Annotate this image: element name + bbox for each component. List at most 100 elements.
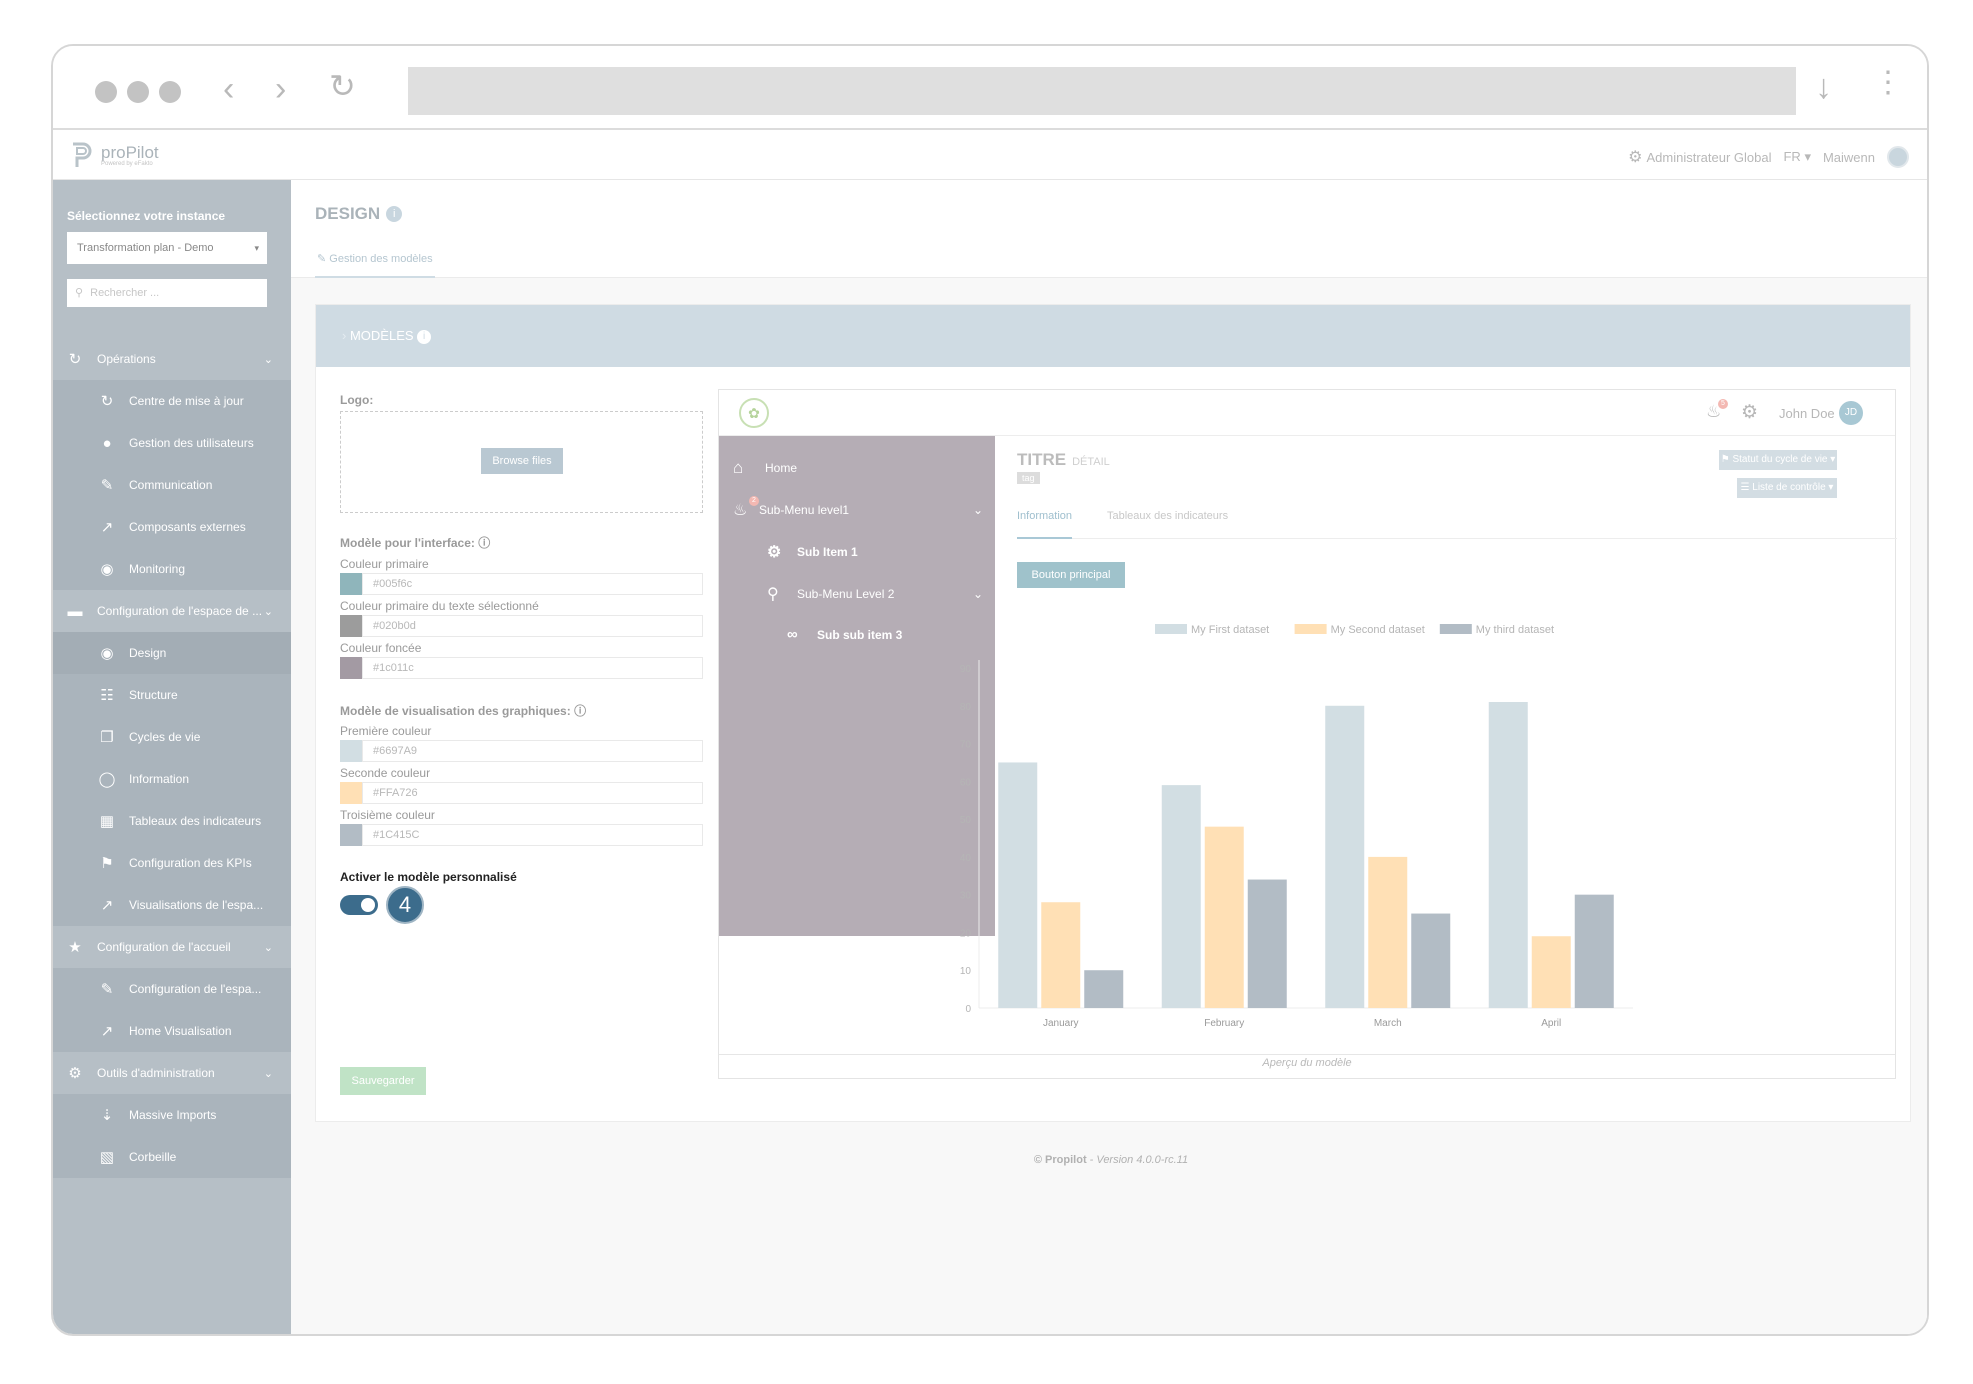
save-button[interactable]: Sauvegarder (340, 1067, 426, 1095)
sidebar-item-centre-mise-a-jour[interactable]: ↻ Centre de mise à jour (53, 380, 291, 422)
window-dot-icon[interactable] (159, 81, 181, 103)
sidebar-item-configuration-espace-accueil[interactable]: ✎ Configuration de l'espa... (53, 968, 291, 1010)
bar (1325, 705, 1365, 1008)
activate-custom-model-toggle[interactable] (340, 895, 378, 915)
footer-version: - Version 4.0.0-rc.11 (1086, 1154, 1189, 1166)
language-selector[interactable]: FR ▾ (1783, 149, 1810, 165)
sidebar-section-outils-administration[interactable]: ⚙ Outils d'administration ⌄ (53, 1052, 291, 1094)
reload-icon[interactable]: ↻ (329, 70, 356, 102)
preview-menu-home[interactable]: ⌂ Home (733, 458, 797, 478)
footer-brand: © Propilot (1033, 1154, 1087, 1166)
tab-label: Tableaux des indicateurs (1107, 510, 1229, 522)
status-lifecycle-button[interactable]: ⚑ Statut du cycle de vie ▾ (1719, 450, 1837, 470)
instance-label: Sélectionnez votre instance (67, 209, 226, 223)
forward-icon[interactable]: › (275, 72, 286, 106)
list-icon: ☰ (1740, 482, 1750, 493)
refresh-icon: ↻ (68, 351, 82, 368)
y-tick-label: 60 (960, 777, 972, 788)
models-panel: › MODÈLES i Logo: Browse files Modèle po… (315, 304, 1911, 1122)
y-tick-label: 0 (965, 1004, 971, 1015)
top-bar: proPilot Powered by eFakto ⚙ Administrat… (53, 132, 1927, 180)
info-icon[interactable]: i (386, 206, 403, 222)
logo-label: Logo: (340, 393, 374, 407)
search-input[interactable]: ⚲ Rechercher ... (67, 279, 267, 307)
copy-icon: ❐ (100, 729, 114, 746)
bar (998, 762, 1038, 1008)
browse-files-button[interactable]: Browse files (481, 448, 563, 474)
preview-menu-subitem1[interactable]: ⚙ Sub Item 1 (767, 542, 858, 562)
primary-text-color-input[interactable]: #020b0d (362, 615, 703, 637)
avatar[interactable] (1887, 146, 1909, 168)
primary-text-color-swatch[interactable] (340, 615, 362, 637)
sidebar-item-home-visualisation[interactable]: ↗ Home Visualisation (53, 1010, 291, 1052)
interface-model-label: Modèle pour l'interface: ⓘ (340, 534, 490, 551)
sidebar-item-massive-imports[interactable]: ⇣ Massive Imports (53, 1094, 291, 1136)
gear-icon[interactable]: ⚙ (1741, 401, 1758, 424)
sidebar-item-configuration-kpis[interactable]: ⚑ Configuration des KPIs (53, 842, 291, 884)
footer: © Propilot - Version 4.0.0-rc.11 (291, 1154, 1927, 1166)
step-badge: 4 (386, 886, 424, 924)
third-color-swatch[interactable] (340, 824, 362, 846)
chart-model-label: Modèle de visualisation des graphiques: … (340, 702, 586, 719)
preview-menu-sub2[interactable]: ⚲ Sub-Menu Level 2 ⌄ (767, 584, 983, 604)
sidebar-item-communication[interactable]: ✎ Communication (53, 464, 291, 506)
third-color-input[interactable]: #1C415C (362, 824, 703, 846)
first-color-swatch[interactable] (340, 740, 362, 762)
window-dot-icon[interactable] (127, 81, 149, 103)
search-placeholder: Rechercher ... (90, 287, 160, 299)
chevron-right-icon: › (342, 328, 347, 343)
first-color-input[interactable]: #6697A9 (362, 740, 703, 762)
dark-color-swatch[interactable] (340, 657, 362, 679)
preview-menu-subsub3[interactable]: ∞ Sub sub item 3 (787, 626, 902, 643)
home-icon: ⌂ (733, 458, 744, 477)
preview-menu-label: Sub Item 1 (797, 545, 858, 559)
bar (1204, 826, 1244, 1008)
checklist-button[interactable]: ☰ Liste de contrôle ▾ (1737, 478, 1837, 498)
browser-toolbar: ‹ › ↻ ↓ ⋮ (53, 46, 1927, 130)
sidebar-item-tableaux-indicateurs[interactable]: ▦ Tableaux des indicateurs (53, 800, 291, 842)
instance-select[interactable]: Transformation plan - Demo ▾ (67, 232, 267, 264)
dark-color-input[interactable]: #1c011c (362, 657, 703, 679)
preview-avatar[interactable]: JD (1839, 401, 1863, 425)
second-color-swatch[interactable] (340, 782, 362, 804)
preview-menu-sub1[interactable]: ♨ Sub-Menu level1 ⌄ (733, 500, 983, 520)
search-icon: ⚲ (767, 586, 779, 603)
third-color-label: Troisième couleur (340, 808, 435, 822)
sidebar-item-visualisations[interactable]: ↗ Visualisations de l'espa... (53, 884, 291, 926)
gear-icon: ⚙ (1628, 149, 1643, 166)
comments-icon: ✎ (100, 477, 114, 494)
address-bar[interactable] (408, 67, 1796, 115)
sidebar-section-configuration-espace[interactable]: ▬ Configuration de l'espace de ... ⌄ (53, 590, 291, 632)
eye-icon: ◉ (100, 561, 114, 578)
user-role[interactable]: Administrateur Global (1646, 150, 1771, 165)
sidebar-item-information[interactable]: ◯ Information (53, 758, 291, 800)
preview-tab-information[interactable]: Information (1017, 510, 1073, 539)
sidebar-section-operations[interactable]: ↻ Opérations ⌄ (53, 338, 291, 380)
primary-color-input[interactable]: #005f6c (362, 573, 703, 595)
sidebar-item-gestion-utilisateurs[interactable]: ● Gestion des utilisateurs (53, 422, 291, 464)
primary-color-swatch[interactable] (340, 573, 362, 595)
primary-button[interactable]: Bouton principal (1017, 562, 1125, 588)
tab-gestion-modeles[interactable]: ✎ Gestion des modèles (315, 252, 435, 278)
second-color-input[interactable]: #FFA726 (362, 782, 703, 804)
sidebar-item-design[interactable]: ◉ Design (53, 632, 291, 674)
preview-tab-tableaux[interactable]: Tableaux des indicateurs (1107, 510, 1228, 522)
preview-user-name[interactable]: John Doe (1779, 406, 1835, 421)
panel-header[interactable]: › MODÈLES i (316, 305, 1910, 367)
sidebar-item-cycles-de-vie[interactable]: ❐ Cycles de vie (53, 716, 291, 758)
legend-swatch (1155, 624, 1187, 634)
sidebar-item-corbeille[interactable]: ▧ Corbeille (53, 1136, 291, 1178)
window-dot-icon[interactable] (95, 81, 117, 103)
more-menu-icon[interactable]: ⋮ (1873, 68, 1903, 98)
sidebar-item-structure[interactable]: ☷ Structure (53, 674, 291, 716)
sidebar-section-configuration-accueil[interactable]: ★ Configuration de l'accueil ⌄ (53, 926, 291, 968)
sidebar-item-composants-externes[interactable]: ↗ Composants externes (53, 506, 291, 548)
user-name[interactable]: Maiwenn (1823, 150, 1875, 165)
info-icon: ⓘ (478, 536, 491, 550)
sidebar-item-monitoring[interactable]: ◉ Monitoring (53, 548, 291, 590)
download-icon[interactable]: ↓ (1815, 70, 1832, 104)
back-icon[interactable]: ‹ (223, 72, 234, 106)
external-link-icon: ↗ (100, 519, 114, 536)
gear-icon: ⚙ (767, 544, 782, 561)
brand-logo[interactable]: proPilot Powered by eFakto (67, 140, 159, 170)
